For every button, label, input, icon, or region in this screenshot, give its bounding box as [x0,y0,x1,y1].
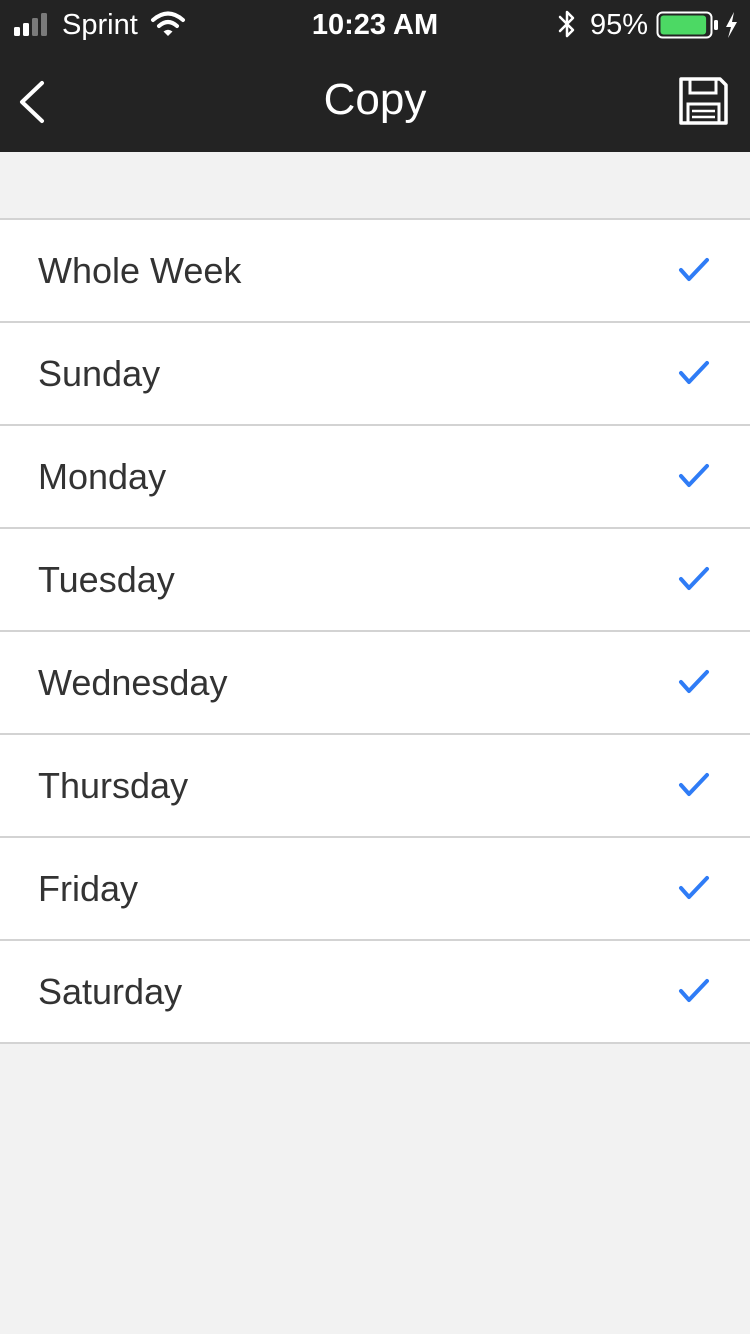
checkmark-icon [679,979,709,1002]
day-label: Tuesday [38,559,175,600]
day-row-sunday[interactable]: Sunday [0,323,750,426]
checkmark-icon [679,361,709,384]
page-title: Copy [323,75,427,124]
day-label: Friday [38,868,139,909]
day-row-friday[interactable]: Friday [0,838,750,941]
checkmark-icon [679,876,709,899]
checkmark-icon [679,773,709,796]
day-row-wednesday[interactable]: Wednesday [0,632,750,735]
day-row-thursday[interactable]: Thursday [0,735,750,838]
status-bar: Sprint 10:23 AM 95% [0,0,750,52]
battery-percent: 95% [590,9,649,41]
day-label: Monday [38,456,167,497]
navigation-bar: Copy [0,52,750,152]
checkmark-icon [679,464,709,487]
day-label: Sunday [38,353,161,394]
day-label: Thursday [38,765,189,806]
checkmark-icon [679,258,709,281]
floppy-disk-icon[interactable] [672,74,734,130]
day-row-whole-week[interactable]: Whole Week [0,220,750,323]
bluetooth-icon [558,10,575,38]
day-list: Whole Week Sunday Monday Tuesday Wednesd… [0,218,750,1044]
day-label: Whole Week [38,250,242,291]
checkmark-icon [679,670,709,693]
checkmark-icon [679,567,709,590]
top-bar: Sprint 10:23 AM 95% Copy [0,0,750,152]
charging-bolt-icon [726,12,737,38]
day-row-saturday[interactable]: Saturday [0,941,750,1044]
day-row-tuesday[interactable]: Tuesday [0,529,750,632]
battery-icon [656,11,718,39]
day-label: Saturday [38,971,183,1012]
day-row-monday[interactable]: Monday [0,426,750,529]
day-label: Wednesday [38,662,228,703]
